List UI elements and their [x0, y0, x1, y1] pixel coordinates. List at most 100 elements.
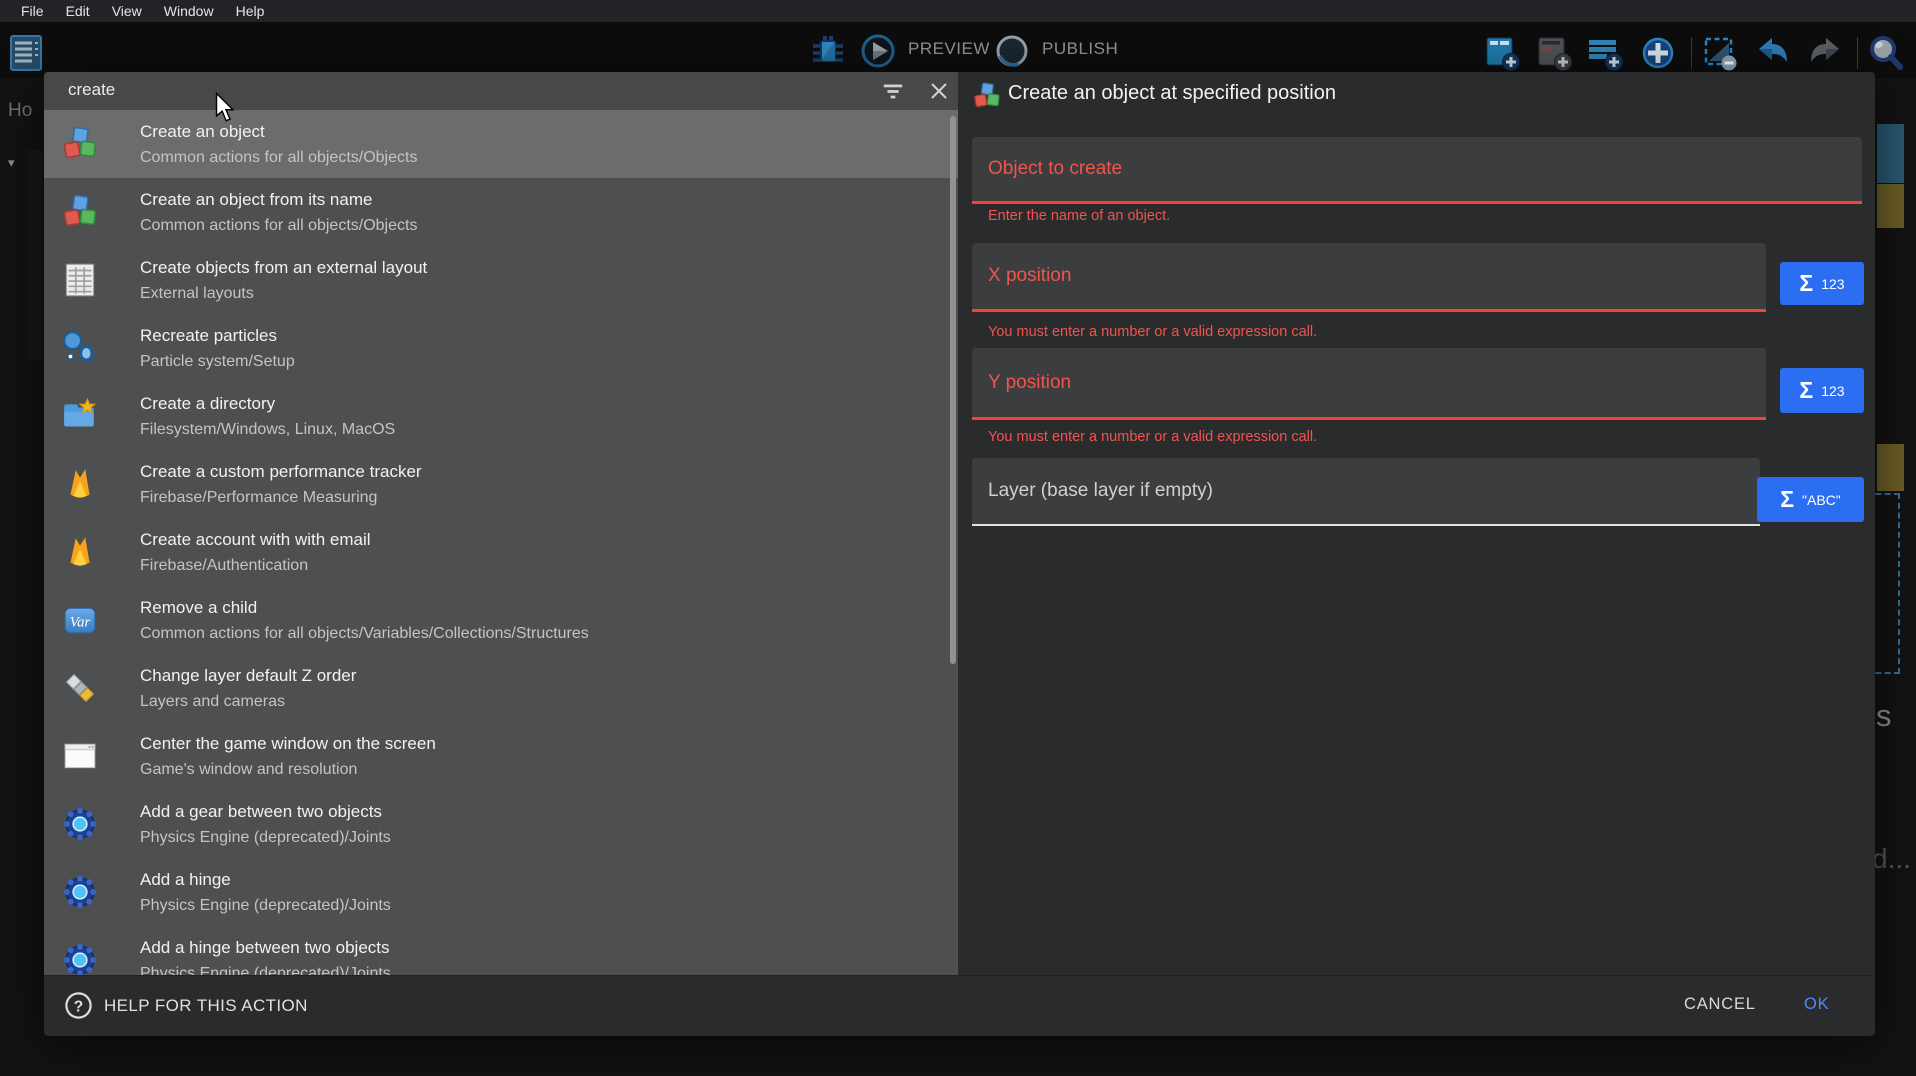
var-icon	[60, 601, 100, 639]
physics-icon	[60, 873, 100, 911]
background-panel-fragment	[28, 150, 42, 360]
menu-file[interactable]: File	[10, 3, 55, 19]
instruction-list-item[interactable]: Create objects from an external layout E…	[44, 246, 958, 314]
instruction-list-item[interactable]: Change layer default Z order Layers and …	[44, 654, 958, 722]
cubes-icon	[972, 81, 1002, 111]
redo-icon[interactable]	[1805, 33, 1845, 73]
instruction-title: Add a hinge between two objects	[140, 934, 391, 961]
menu-view[interactable]: View	[101, 3, 153, 19]
search-input[interactable]: create	[68, 80, 115, 100]
physics-icon	[60, 941, 100, 975]
publish-label[interactable]: PUBLISH	[1042, 39, 1118, 59]
x-expression-button[interactable]: Σ 123	[1780, 262, 1864, 305]
firebase-icon	[60, 533, 100, 571]
instruction-title: Create an object from its name	[140, 186, 417, 213]
home-tab-fragment: Ho	[8, 100, 32, 122]
instruction-list-item[interactable]: Add a gear between two objects Physics E…	[44, 790, 958, 858]
firebase-icon	[60, 465, 100, 503]
help-icon[interactable]	[64, 991, 93, 1020]
menu-help[interactable]: Help	[225, 3, 276, 19]
physics-icon	[60, 805, 100, 843]
sigma-icon: Σ	[1799, 379, 1813, 402]
menu-window[interactable]: Window	[153, 3, 225, 19]
instruction-title: Recreate particles	[140, 322, 295, 349]
dialog-footer: HELP FOR THIS ACTION CANCEL OK	[44, 975, 1875, 1036]
toolbar-divider	[1857, 37, 1858, 69]
y-expression-button[interactable]: Σ 123	[1780, 368, 1864, 413]
instruction-group: Physics Engine (deprecated)/Joints	[140, 961, 391, 975]
list-scrollbar[interactable]	[950, 116, 956, 664]
instruction-list-item[interactable]: Center the game window on the screen Gam…	[44, 722, 958, 790]
background-text-fragment: s	[1876, 698, 1892, 734]
project-manager-icon[interactable]	[8, 33, 44, 73]
instruction-list: Create an object Common actions for all …	[44, 110, 958, 975]
help-for-action-button[interactable]: HELP FOR THIS ACTION	[104, 996, 308, 1016]
top-toolbar: PREVIEW PUBLISH	[0, 22, 1916, 78]
layer-field[interactable]: Layer (base layer if empty)	[972, 458, 1760, 526]
y-position-field[interactable]: Y position	[972, 348, 1766, 420]
ok-button[interactable]: OK	[1804, 995, 1829, 1014]
instruction-list-item[interactable]: Create account with with email Firebase/…	[44, 518, 958, 586]
background-object-fragment	[1877, 444, 1904, 491]
instruction-list-item[interactable]: Create a custom performance tracker Fire…	[44, 450, 958, 518]
instruction-list-item[interactable]: Add a hinge Physics Engine (deprecated)/…	[44, 858, 958, 926]
instruction-list-item[interactable]: Add a hinge between two objects Physics …	[44, 926, 958, 975]
menu-edit[interactable]: Edit	[55, 3, 101, 19]
layer-expression-button[interactable]: Σ "ABC"	[1757, 477, 1864, 522]
sigma-icon: Σ	[1780, 488, 1794, 511]
close-icon[interactable]	[926, 79, 952, 103]
add-circle-icon[interactable]	[1638, 33, 1678, 73]
instruction-title: Remove a child	[140, 594, 589, 621]
toolbar-divider	[1691, 37, 1692, 69]
cubes-icon	[60, 193, 100, 231]
spreadsheet-icon	[60, 261, 100, 299]
object-to-create-field[interactable]: Object to create	[972, 137, 1862, 204]
filter-icon[interactable]	[880, 79, 906, 103]
instruction-group: Physics Engine (deprecated)/Joints	[140, 825, 391, 850]
window-icon	[60, 737, 100, 775]
instruction-group: Physics Engine (deprecated)/Joints	[140, 893, 391, 918]
instruction-title: Create an object	[140, 118, 417, 145]
instruction-group: Layers and cameras	[140, 689, 356, 714]
add-comment-icon[interactable]	[1586, 33, 1626, 73]
object-to-create-placeholder: Object to create	[972, 158, 1122, 180]
instruction-title: Add a hinge	[140, 866, 391, 893]
preview-play-icon[interactable]	[860, 33, 896, 69]
instruction-title: Create objects from an external layout	[140, 254, 427, 281]
instruction-list-item[interactable]: Create a directory Filesystem/Windows, L…	[44, 382, 958, 450]
cancel-button[interactable]: CANCEL	[1684, 995, 1756, 1014]
x-position-field[interactable]: X position	[972, 243, 1766, 312]
cubes-icon	[60, 125, 100, 163]
particles-icon	[60, 329, 100, 367]
instruction-group: Firebase/Performance Measuring	[140, 485, 422, 510]
action-search-bar[interactable]: create	[44, 72, 958, 110]
background-text-fragment: d...	[1872, 843, 1911, 875]
undo-icon[interactable]	[1753, 33, 1793, 73]
instruction-list-item[interactable]: Create an object from its name Common ac…	[44, 178, 958, 246]
instruction-title: Create account with with email	[140, 526, 371, 553]
instruction-list-item[interactable]: Create an object Common actions for all …	[44, 110, 958, 178]
y-field-error: You must enter a number or a valid expre…	[988, 429, 1317, 445]
sigma-icon: Σ	[1799, 272, 1813, 295]
layer-placeholder: Layer (base layer if empty)	[972, 480, 1213, 502]
add-event-icon[interactable]	[1483, 33, 1523, 73]
instruction-group: External layouts	[140, 281, 427, 306]
debugger-icon[interactable]	[810, 33, 846, 69]
y-position-placeholder: Y position	[972, 372, 1071, 394]
instruction-list-item[interactable]: Remove a child Common actions for all ob…	[44, 586, 958, 654]
x-position-placeholder: X position	[972, 265, 1071, 287]
instruction-title: Create a custom performance tracker	[140, 458, 422, 485]
instruction-group: Game's window and resolution	[140, 757, 436, 782]
search-events-icon[interactable]	[1866, 33, 1906, 73]
background-scrollbar-fragment	[1877, 124, 1904, 183]
delete-selection-icon[interactable]	[1701, 33, 1741, 73]
choose-action-dialog: create Create an object Common actions f…	[44, 72, 1875, 1035]
instruction-title: Center the game window on the screen	[140, 730, 436, 757]
background-object-fragment	[1877, 184, 1904, 228]
preview-label[interactable]: PREVIEW	[908, 39, 990, 59]
mouse-cursor	[215, 92, 235, 123]
instruction-group: Common actions for all objects/Variables…	[140, 621, 589, 646]
instruction-list-item[interactable]: Recreate particles Particle system/Setup	[44, 314, 958, 382]
publish-globe-icon[interactable]	[994, 33, 1030, 69]
add-subevent-icon[interactable]	[1535, 33, 1575, 73]
